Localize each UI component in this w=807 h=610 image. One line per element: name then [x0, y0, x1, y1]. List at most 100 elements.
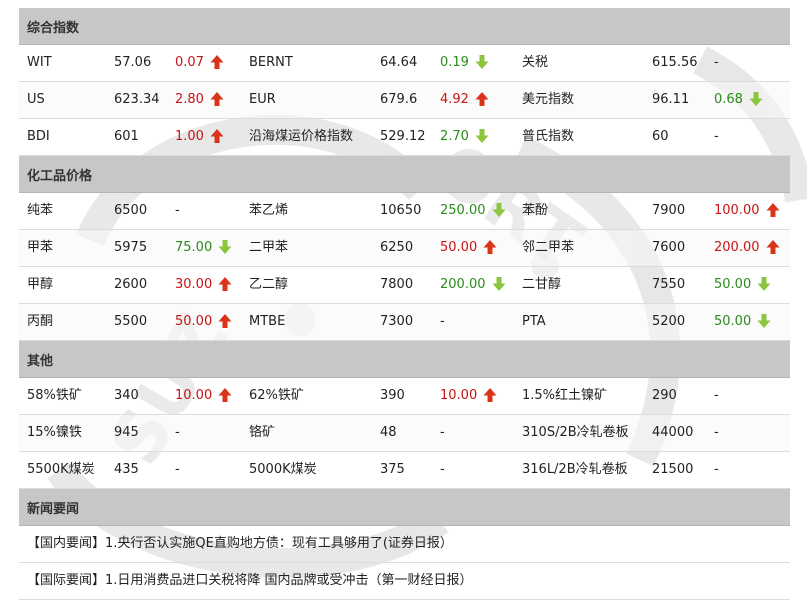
news-headline-link[interactable]: 1.日用消费品进口关税将降 国内品牌或受冲击（第一财经日报）: [105, 573, 473, 588]
price-change-value: 75.00: [175, 240, 213, 255]
price-change-value: -: [714, 425, 719, 440]
green-down-arrow-icon: [749, 85, 763, 106]
commodity-name: BERNT: [249, 55, 293, 70]
commodity-name: MTBE: [249, 314, 286, 329]
green-down-arrow-icon: [492, 270, 506, 291]
price-change-value: 0.68: [714, 92, 743, 107]
commodity-price: 5200: [652, 314, 686, 329]
red-up-arrow-icon: [210, 48, 224, 69]
red-up-arrow-icon: [766, 233, 780, 254]
price-change: -: [714, 452, 719, 488]
commodity-name: 苯酚: [522, 203, 549, 218]
price-change: 2.70: [440, 119, 489, 155]
red-up-arrow-icon: [483, 381, 497, 402]
price-change-value: -: [440, 314, 445, 329]
market-data-panel: 综合指数 WIT 57.06 0.07 BERNT 64.64 0.19 关税 615.56 - U…: [19, 8, 790, 600]
table-row: WIT 57.06 0.07 BERNT 64.64 0.19 关税 615.56 -: [19, 45, 790, 82]
commodity-name: 二甘醇: [522, 277, 562, 292]
commodity-name: WIT: [27, 55, 52, 70]
commodity-name: 316L/2B冷轧卷板: [522, 462, 628, 477]
price-change-value: -: [440, 425, 445, 440]
commodity-price: 290: [652, 388, 677, 403]
red-up-arrow-icon: [483, 233, 497, 254]
commodity-name: US: [27, 92, 45, 107]
price-change-value: 100.00: [714, 203, 760, 218]
news-headline-link[interactable]: 1.央行否认实施QE直购地方债：现有工具够用了(证券日报）: [105, 536, 453, 551]
red-up-arrow-icon: [210, 85, 224, 106]
commodity-price: 5975: [114, 240, 148, 255]
commodity-name: 纯苯: [27, 203, 54, 218]
price-change: 200.00: [714, 230, 780, 266]
commodity-name: 5000K煤炭: [249, 462, 317, 477]
price-change-value: -: [440, 462, 445, 477]
price-change: 10.00: [440, 378, 497, 414]
red-up-arrow-icon: [218, 270, 232, 291]
section-header: 其他: [19, 341, 790, 378]
commodity-price: 48: [380, 425, 397, 440]
price-change: 75.00: [175, 230, 232, 266]
commodity-name: 甲醇: [27, 277, 54, 292]
news-item[interactable]: 【国际要闻】1.日用消费品进口关税将降 国内品牌或受冲击（第一财经日报）: [19, 563, 790, 600]
commodity-price: 340: [114, 388, 139, 403]
price-change-value: 250.00: [440, 203, 486, 218]
commodity-price: 7800: [380, 277, 414, 292]
table-row: 甲醇 2600 30.00 乙二醇 7800 200.00 二甘醇 7550 50.00: [19, 267, 790, 304]
commodity-name: 苯乙烯: [249, 203, 289, 218]
commodity-price: 7300: [380, 314, 414, 329]
commodity-name: 甲苯: [27, 240, 54, 255]
price-change: -: [175, 193, 180, 229]
price-change-value: 10.00: [440, 388, 478, 403]
price-change-value: -: [714, 55, 719, 70]
price-change-value: 0.07: [175, 55, 204, 70]
commodity-name: 普氏指数: [522, 129, 575, 144]
commodity-name: EUR: [249, 92, 276, 107]
commodity-name: 乙二醇: [249, 277, 289, 292]
price-change-value: -: [175, 203, 180, 218]
commodity-name: 铬矿: [249, 425, 276, 440]
red-up-arrow-icon: [475, 85, 489, 106]
price-change-value: -: [714, 388, 719, 403]
news-category-tag: 【国际要闻】: [27, 573, 106, 588]
commodity-name: 美元指数: [522, 92, 575, 107]
green-down-arrow-icon: [492, 196, 506, 217]
table-row: 5500K煤炭 435 - 5000K煤炭 375 - 316L/2B冷轧卷板 21500 -: [19, 452, 790, 489]
commodity-price: 601: [114, 129, 139, 144]
red-up-arrow-icon: [218, 381, 232, 402]
commodity-price: 57.06: [114, 55, 152, 70]
price-change-value: -: [714, 129, 719, 144]
commodity-price: 21500: [652, 462, 694, 477]
table-row: 58%铁矿 340 10.00 62%铁矿 390 10.00 1.5%红土镍矿 290 -: [19, 378, 790, 415]
price-change: -: [440, 452, 445, 488]
price-change-value: 50.00: [714, 314, 752, 329]
price-change: -: [175, 452, 180, 488]
commodity-price: 64.64: [380, 55, 418, 70]
price-change: 50.00: [440, 230, 497, 266]
price-change: 50.00: [714, 267, 771, 303]
price-change: 10.00: [175, 378, 232, 414]
price-change-value: -: [175, 462, 180, 477]
price-change: -: [440, 415, 445, 451]
commodity-name: 邻二甲苯: [522, 240, 575, 255]
commodity-price: 7600: [652, 240, 686, 255]
price-change: 50.00: [175, 304, 232, 340]
table-row: 纯苯 6500 - 苯乙烯 10650 250.00 苯酚 7900 100.00: [19, 193, 790, 230]
commodity-name: PTA: [522, 314, 546, 329]
commodity-name: 丙酮: [27, 314, 54, 329]
price-change: -: [714, 378, 719, 414]
commodity-price: 529.12: [380, 129, 426, 144]
news-item[interactable]: 【国内要闻】1.央行否认实施QE直购地方债：现有工具够用了(证券日报）: [19, 526, 790, 563]
price-change: 30.00: [175, 267, 232, 303]
commodity-name: 310S/2B冷轧卷板: [522, 425, 629, 440]
price-change-value: -: [714, 462, 719, 477]
price-change-value: 10.00: [175, 388, 213, 403]
red-up-arrow-icon: [210, 122, 224, 143]
price-change: -: [175, 415, 180, 451]
commodity-price: 945: [114, 425, 139, 440]
table-row: 15%镍铁 945 - 铬矿 48 - 310S/2B冷轧卷板 44000 -: [19, 415, 790, 452]
commodity-name: 1.5%红土镍矿: [522, 388, 608, 403]
commodity-price: 435: [114, 462, 139, 477]
commodity-price: 390: [380, 388, 405, 403]
price-change: 100.00: [714, 193, 780, 229]
commodity-price: 7550: [652, 277, 686, 292]
price-change-value: 50.00: [175, 314, 213, 329]
